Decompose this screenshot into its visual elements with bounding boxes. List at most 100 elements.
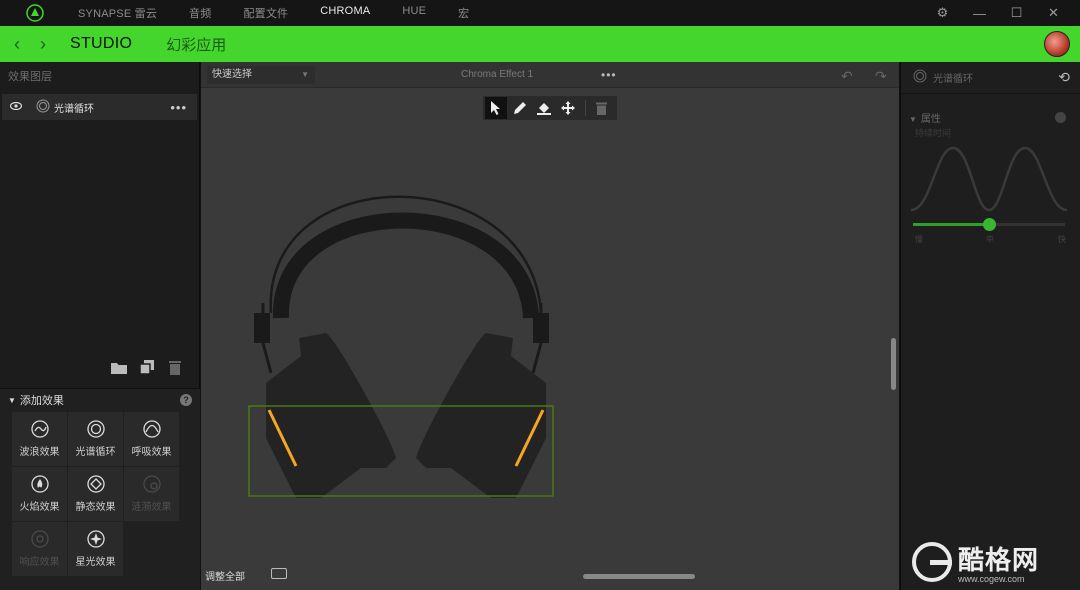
- chevron-left-icon[interactable]: ‹: [4, 34, 30, 55]
- breathing-curve-graphic: [911, 146, 1067, 212]
- razer-logo-icon: [22, 0, 48, 26]
- wave-icon: [30, 420, 49, 438]
- effect-spectrum[interactable]: 光谱循环: [68, 412, 123, 466]
- effect-fire[interactable]: 火焰效果: [12, 467, 67, 521]
- chevron-right-icon[interactable]: ›: [30, 34, 56, 55]
- nav-synapse[interactable]: SYNAPSE 雷云: [78, 5, 157, 21]
- fire-icon: [30, 475, 49, 493]
- layers-header: 效果图层: [8, 71, 52, 83]
- horizontal-scrollbar[interactable]: [583, 574, 695, 579]
- effect-label: 波浪效果: [19, 447, 60, 458]
- chevron-down-icon: ▼: [301, 70, 309, 79]
- vertical-scrollbar[interactable]: [891, 338, 896, 390]
- layer-row[interactable]: 光谱循环 •••: [2, 94, 197, 120]
- minimize-icon[interactable]: —: [961, 6, 998, 21]
- watermark-logo-icon: [912, 542, 952, 582]
- layer-name: 光谱循环: [54, 103, 94, 115]
- quick-select-dropdown[interactable]: 快速选择 ▼: [207, 66, 315, 84]
- duplicate-icon[interactable]: [138, 358, 156, 376]
- trash-icon[interactable]: [590, 97, 612, 119]
- effect-slot-empty: [124, 522, 179, 576]
- studio-header: ‹ › STUDIO 幻彩应用: [0, 26, 1080, 62]
- speed-label: 持续时间: [915, 128, 952, 138]
- effect-label: 涟漪效果: [131, 502, 172, 513]
- slider-tick-mid: 中: [986, 235, 994, 244]
- folder-icon[interactable]: [110, 358, 128, 376]
- pencil-tool-icon[interactable]: [509, 97, 531, 119]
- close-icon[interactable]: ✕: [1035, 5, 1072, 21]
- title-bar: SYNAPSE 雷云 音频 配置文件 CHROMA HUE 宏 ⚙ — ☐ ✕: [0, 0, 1080, 26]
- properties-panel: 光谱循环 ⟲ ▼ 属性 持续时间 慢 中 快: [900, 62, 1080, 590]
- maximize-icon[interactable]: ☐: [998, 5, 1035, 21]
- nav-hue[interactable]: HUE: [402, 5, 426, 21]
- fill-tool-icon[interactable]: [533, 97, 555, 119]
- tool-palette: [483, 96, 617, 120]
- nav-chroma[interactable]: CHROMA: [320, 5, 370, 21]
- window-controls: ⚙ — ☐ ✕: [924, 0, 1072, 26]
- spectrum-icon: [36, 99, 50, 116]
- effect-label: 静态效果: [75, 502, 116, 513]
- fit-all-button[interactable]: 调整全部: [205, 568, 245, 583]
- ripple-icon: [142, 475, 161, 493]
- device-canvas[interactable]: 快速选择 ▼ Chroma Effect 1 ••• ↶ ↷ 调整全部: [201, 62, 899, 590]
- effect-name[interactable]: Chroma Effect 1: [461, 62, 533, 88]
- canvas-toolbar: 快速选择 ▼ Chroma Effect 1 ••• ↶ ↷: [201, 62, 899, 88]
- breathing-icon: [142, 420, 161, 438]
- keyboard-icon[interactable]: [271, 568, 287, 579]
- nav-macro[interactable]: 宏: [458, 5, 469, 21]
- effect-label: 响应效果: [19, 557, 60, 568]
- help-icon[interactable]: [1055, 112, 1066, 123]
- headset-illustration[interactable]: [241, 168, 571, 508]
- effect-label: 火焰效果: [19, 502, 60, 513]
- headband-inner: [272, 212, 539, 319]
- effect-label: 呼吸效果: [131, 447, 172, 458]
- effect-more-button[interactable]: •••: [601, 62, 617, 88]
- undo-icon[interactable]: ↶: [841, 68, 853, 85]
- effects-grid: 波浪效果 光谱循环 呼吸效果 火焰效果 静态效果 涟漪效果 响应效果 星光效果: [12, 412, 180, 576]
- quick-select-label: 快速选择: [212, 69, 252, 80]
- speed-slider-fill: [913, 223, 989, 226]
- top-nav: SYNAPSE 雷云 音频 配置文件 CHROMA HUE 宏: [78, 5, 501, 21]
- help-icon[interactable]: ?: [180, 394, 192, 406]
- gear-icon[interactable]: ⚙: [924, 5, 961, 21]
- eye-icon[interactable]: [2, 101, 30, 113]
- left-earcup[interactable]: [266, 333, 396, 498]
- selected-effect-name: 光谱循环: [933, 74, 973, 85]
- effect-static[interactable]: 静态效果: [68, 467, 123, 521]
- add-effects-header[interactable]: ▼ 添加效果 ?: [0, 389, 200, 411]
- effect-label: 星光效果: [75, 557, 116, 568]
- spectrum-icon: [86, 420, 105, 438]
- reset-icon[interactable]: ⟲: [1058, 69, 1070, 86]
- effect-reactive: 响应效果: [12, 522, 67, 576]
- left-yoke: [254, 313, 270, 343]
- speed-slider-handle[interactable]: [983, 218, 996, 231]
- pointer-tool-icon[interactable]: [485, 97, 507, 119]
- properties-label: 属性: [920, 114, 941, 125]
- slider-tick-slow: 慢: [915, 235, 923, 244]
- chroma-apps-tab[interactable]: 幻彩应用: [166, 34, 226, 55]
- effect-ripple: 涟漪效果: [124, 467, 179, 521]
- effect-starlight[interactable]: 星光效果: [68, 522, 123, 576]
- layer-more-button[interactable]: •••: [170, 100, 187, 115]
- add-effects-section: ▼ 添加效果 ? 波浪效果 光谱循环 呼吸效果 火焰效果 静态效果 涟漪效果 响…: [0, 388, 200, 590]
- redo-icon[interactable]: ↷: [875, 68, 887, 85]
- right-yoke: [533, 313, 549, 343]
- layers-panel: 效果图层 光谱循环 ••• ▼ 添加效果 ? 波浪效果 光谱循环 呼吸效果 火焰…: [0, 62, 200, 590]
- slider-tick-fast: 快: [1058, 235, 1066, 244]
- reactive-icon: [30, 530, 49, 548]
- effect-wave[interactable]: 波浪效果: [12, 412, 67, 466]
- site-watermark: 酷格网 www.cogew.com: [912, 540, 1039, 584]
- studio-tab[interactable]: STUDIO: [70, 35, 132, 53]
- avatar[interactable]: [1044, 31, 1070, 57]
- effect-label: 光谱循环: [75, 447, 116, 458]
- layer-actions: [110, 358, 184, 376]
- right-earcup[interactable]: [416, 333, 546, 498]
- move-tool-icon[interactable]: [557, 97, 579, 119]
- static-icon: [86, 475, 105, 493]
- effect-breathing[interactable]: 呼吸效果: [124, 412, 179, 466]
- nav-audio[interactable]: 音频: [189, 5, 211, 21]
- properties-panel-header: 光谱循环 ⟲: [901, 62, 1080, 94]
- properties-header[interactable]: ▼ 属性: [909, 110, 941, 125]
- trash-icon[interactable]: [166, 358, 184, 376]
- nav-profiles[interactable]: 配置文件: [243, 5, 288, 21]
